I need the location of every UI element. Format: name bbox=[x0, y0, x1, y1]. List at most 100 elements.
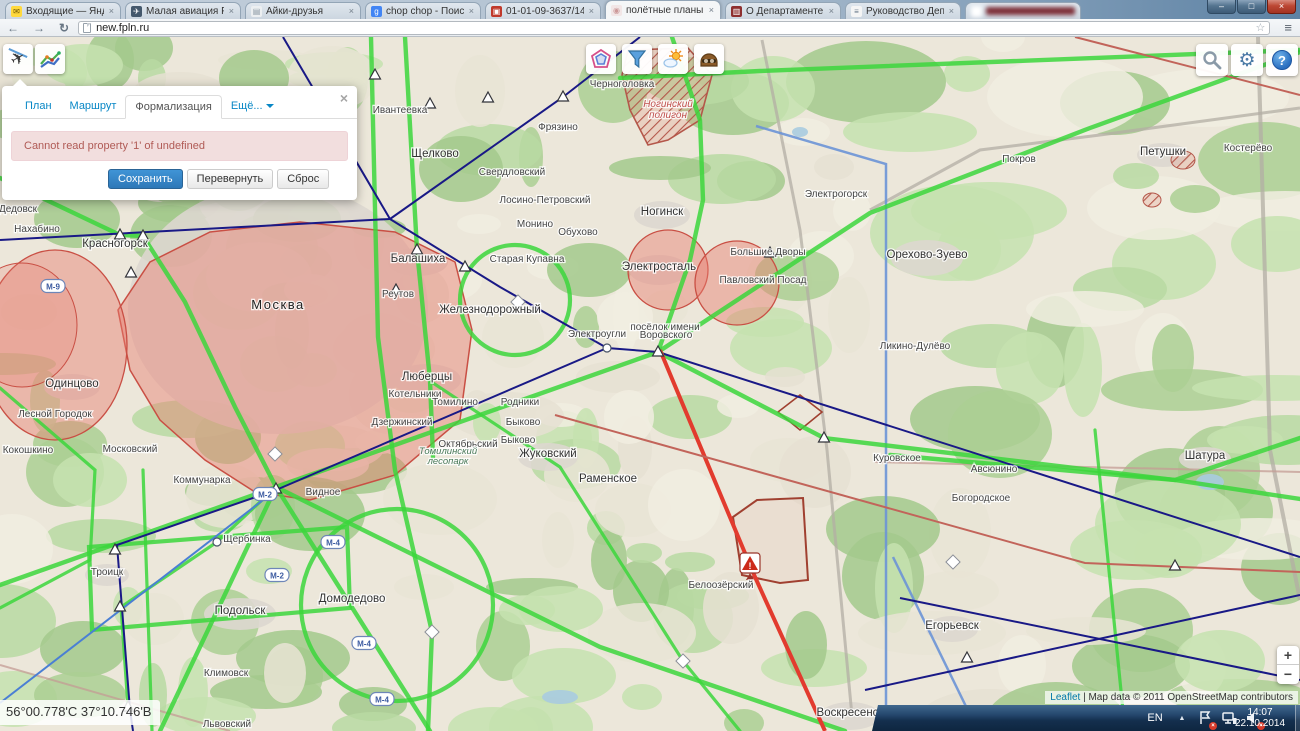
filter-icon bbox=[626, 48, 648, 70]
map-label: Воскресенск bbox=[817, 707, 885, 719]
tab-close-icon[interactable]: × bbox=[228, 6, 235, 16]
panel-buttons: СохранитьПеревернутьСброс bbox=[108, 169, 357, 189]
road-badge-label: М-2 bbox=[270, 572, 284, 581]
search-icon bbox=[1202, 50, 1222, 70]
panel-button-1[interactable]: Сохранить bbox=[108, 169, 183, 189]
browser-tab[interactable]: ≡Руководство Департаме× bbox=[845, 2, 961, 19]
lake bbox=[542, 690, 578, 704]
panel-tab-3[interactable]: Формализация bbox=[125, 95, 221, 119]
browser-tab[interactable]: ▣01-01-09-3637/14 | Элект× bbox=[485, 2, 601, 19]
browser-tab-active[interactable]: ◉полётные планы× bbox=[605, 0, 721, 19]
browser-tab[interactable]: ▤ Айки-друзья × bbox=[245, 2, 361, 19]
flight-plan-button[interactable]: ✈ bbox=[3, 44, 33, 74]
terrain-patch bbox=[53, 453, 127, 507]
zoom-out-button[interactable]: − bbox=[1277, 665, 1299, 684]
search-button[interactable] bbox=[1196, 44, 1228, 76]
zoom-in-button[interactable]: + bbox=[1277, 646, 1299, 665]
panel-tab-4[interactable]: Ещё... bbox=[222, 95, 283, 117]
language-indicator[interactable]: EN bbox=[1142, 705, 1168, 731]
url-text[interactable]: new.fpln.ru bbox=[96, 22, 149, 34]
address-bar[interactable]: new.fpln.ru ☆ bbox=[78, 21, 1270, 35]
terrain-patch bbox=[911, 571, 999, 611]
panel-close-icon[interactable]: × bbox=[340, 92, 348, 104]
tab-close-icon[interactable]: × bbox=[828, 6, 835, 16]
tab-close-icon[interactable]: × bbox=[468, 6, 475, 16]
map-label: Троицк bbox=[91, 567, 124, 578]
maximize-button[interactable]: □ bbox=[1237, 0, 1266, 14]
terrain-patch bbox=[1113, 163, 1159, 189]
filter-button[interactable] bbox=[622, 44, 652, 74]
tab-close-icon[interactable]: × bbox=[348, 6, 355, 16]
map-label: Быково bbox=[501, 435, 536, 446]
map-label: Реутов bbox=[382, 289, 414, 300]
map-label: Лесной Городок bbox=[18, 409, 92, 420]
map-label: Свердловский bbox=[479, 167, 545, 178]
map-label: Одинцово bbox=[45, 378, 98, 390]
terrain-patch bbox=[648, 469, 720, 541]
tab-close-icon[interactable]: × bbox=[948, 6, 955, 16]
google-icon: g bbox=[371, 6, 382, 17]
close-button[interactable]: × bbox=[1267, 0, 1296, 14]
terrain-patch bbox=[264, 643, 306, 703]
terrain-patch bbox=[1026, 291, 1144, 327]
browser-tab[interactable]: ✉Входящие — Яндекс.Поч× bbox=[5, 2, 121, 19]
terrain-patch bbox=[455, 55, 505, 127]
road-badge-label: М-2 bbox=[258, 491, 272, 500]
zones-button[interactable] bbox=[586, 44, 616, 74]
blurred-title bbox=[986, 7, 1075, 15]
panel-tabs: ПланМаршрутФормализацияЕщё... × bbox=[2, 86, 357, 119]
route-node-marker bbox=[603, 344, 611, 352]
tray-expand-icon[interactable]: ▲ bbox=[1174, 705, 1190, 731]
panel-button-3[interactable]: Сброс bbox=[277, 169, 329, 189]
terrain-patch bbox=[843, 112, 977, 152]
map-label: Электрогорск bbox=[805, 189, 868, 200]
road-badge-label: М-4 bbox=[357, 640, 371, 649]
terrain-patch bbox=[717, 394, 759, 418]
tab-close-icon[interactable]: × bbox=[708, 5, 715, 15]
map-label: Щербинка bbox=[223, 533, 271, 545]
route-profile-button[interactable] bbox=[35, 44, 65, 74]
map-zoom-control: + − bbox=[1277, 646, 1299, 684]
browser-tab[interactable] bbox=[965, 2, 1081, 19]
browser-tab[interactable]: ✈Малая авиация России. (× bbox=[125, 2, 241, 19]
map-label: Ликино-Дулёво bbox=[880, 341, 951, 352]
help-button[interactable]: ? bbox=[1266, 44, 1298, 76]
tab-title: chop chop - Поиск в Goo bbox=[386, 6, 464, 17]
leaflet-link[interactable]: Leaflet bbox=[1050, 692, 1080, 703]
forward-icon[interactable]: → bbox=[26, 20, 52, 36]
map-label: Куровское bbox=[873, 453, 921, 464]
clock[interactable]: 14:07 22.10.2014 bbox=[1223, 705, 1297, 731]
browser-tab[interactable]: g chop chop - Поиск в Goo × bbox=[365, 2, 481, 19]
terrain-patch bbox=[1175, 630, 1265, 692]
tab-title: Айки-друзья bbox=[266, 6, 344, 17]
tab-close-icon[interactable]: × bbox=[588, 6, 595, 16]
bookmark-star-icon[interactable]: ☆ bbox=[1256, 21, 1266, 34]
route-profile-icon bbox=[39, 48, 61, 70]
map-label: Костерёво bbox=[1224, 143, 1273, 154]
panel-button-2[interactable]: Перевернуть bbox=[187, 169, 274, 189]
tab-close-icon[interactable]: × bbox=[108, 6, 115, 16]
action-center-flag-icon[interactable]: × bbox=[1196, 705, 1214, 731]
chrome-menu-icon[interactable]: ≡ bbox=[1276, 20, 1300, 35]
show-desktop-button[interactable] bbox=[1295, 705, 1300, 731]
settings-button[interactable]: ⚙ bbox=[1231, 44, 1263, 76]
back-icon[interactable]: ← bbox=[0, 20, 26, 36]
weather-button[interactable] bbox=[658, 44, 688, 74]
help-icon: ? bbox=[1272, 50, 1292, 70]
pilot-button[interactable] bbox=[694, 44, 724, 74]
minimize-button[interactable]: – bbox=[1207, 0, 1236, 14]
terrain-patch bbox=[609, 156, 711, 180]
tab-title: Малая авиация России. ( bbox=[146, 6, 224, 17]
panel-tab-1[interactable]: План bbox=[16, 95, 61, 117]
page-icon: ▤ bbox=[251, 6, 262, 17]
map-label: Орехово-Зуево bbox=[886, 249, 967, 261]
terrain-patch bbox=[765, 367, 805, 387]
map-label: Белоозёрский bbox=[688, 580, 753, 591]
terrain-patch bbox=[626, 543, 662, 563]
browser-tab[interactable]: ▥О Департаменте / Депар× bbox=[725, 2, 841, 19]
road-badge-label: М-4 bbox=[375, 696, 389, 705]
panel-tab-2[interactable]: Маршрут bbox=[61, 95, 126, 117]
reload-icon[interactable]: ↻ bbox=[52, 20, 76, 36]
terrain-patch bbox=[779, 436, 851, 508]
terrain-patch bbox=[987, 57, 1143, 137]
